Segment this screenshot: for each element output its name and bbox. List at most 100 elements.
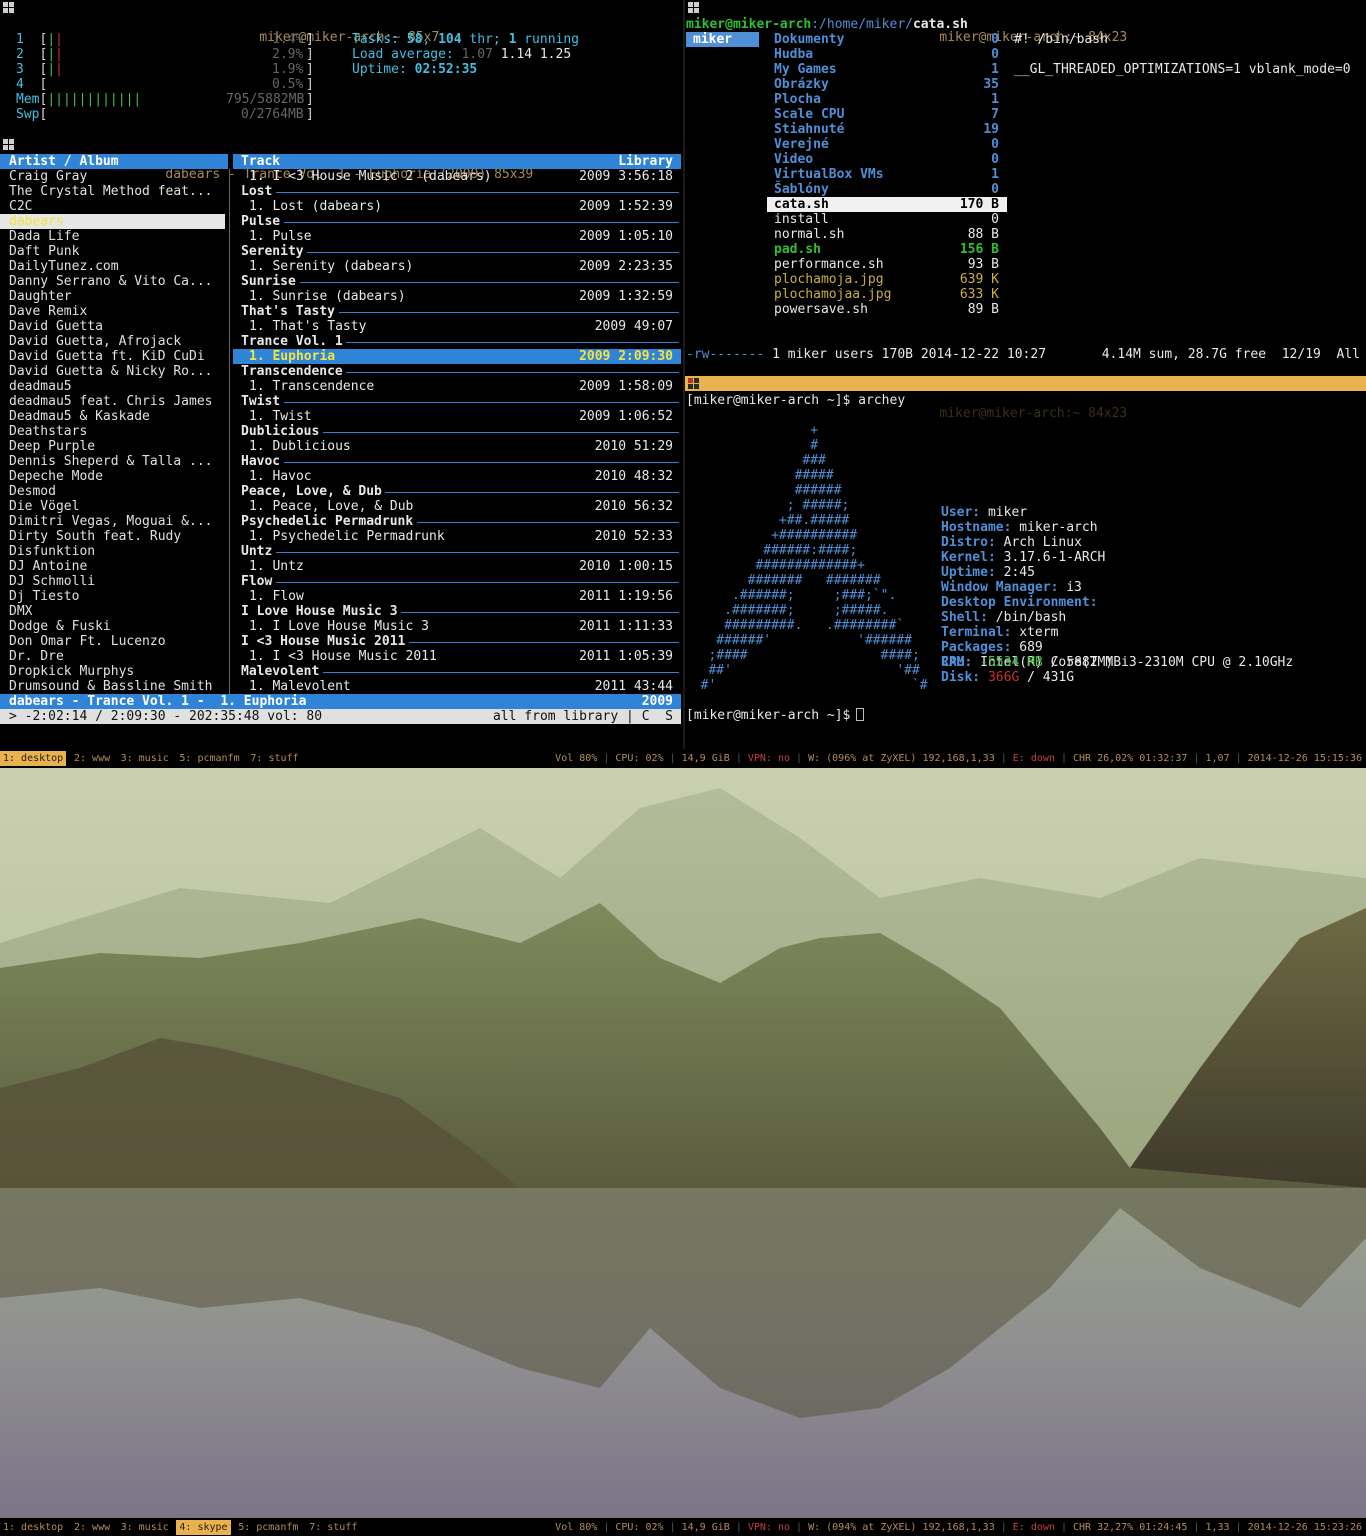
- artist-item[interactable]: Disfunktion: [0, 544, 225, 559]
- artist-item[interactable]: Dj Tiesto: [0, 589, 225, 604]
- album-name[interactable]: I Love House Music 3: [241, 604, 398, 619]
- artist-item[interactable]: Don Omar Ft. Lucenzo: [0, 634, 225, 649]
- track-item[interactable]: 1. Serenity (dabears) 2009 2:23:35: [233, 259, 681, 274]
- artist-item[interactable]: Drumsound & Bassline Smith: [0, 679, 225, 694]
- artist-item[interactable]: DJ Antoine: [0, 559, 225, 574]
- workspace-button[interactable]: 2: www: [71, 1520, 113, 1535]
- artist-item[interactable]: Deep Purple: [0, 439, 225, 454]
- album-name[interactable]: That's Tasty: [241, 304, 335, 319]
- artist-item[interactable]: Dodge & Fuski: [0, 619, 225, 634]
- artist-item[interactable]: Danny Serrano & Vito Ca...: [0, 274, 225, 289]
- file-item[interactable]: Obrázky 35: [767, 77, 1007, 92]
- ncmpcpp-terminal[interactable]: dabears - Trance Vol. 1 - Euphoria (2009…: [0, 137, 683, 749]
- track-item[interactable]: 1. Transcendence 2009 1:58:09: [233, 379, 681, 394]
- file-item[interactable]: My Games 1: [767, 62, 1007, 77]
- file-item[interactable]: performance.sh 93 B: [767, 257, 1007, 272]
- artist-column-header[interactable]: Artist / Album: [0, 154, 228, 169]
- track-item[interactable]: 1. Psychedelic Permadrunk 2010 52:33: [233, 529, 681, 544]
- workspace-button[interactable]: 4: skype: [176, 1520, 231, 1535]
- file-item[interactable]: VirtualBox VMs 1: [767, 167, 1007, 182]
- file-item[interactable]: Dokumenty 0: [767, 32, 1007, 47]
- track-column-header[interactable]: Track Library: [233, 154, 681, 169]
- artist-item[interactable]: Craig Gray: [0, 169, 225, 184]
- album-name[interactable]: Flow: [241, 574, 272, 589]
- artist-item[interactable]: David Guetta: [0, 319, 225, 334]
- album-name[interactable]: Lost: [241, 184, 272, 199]
- archey-terminal[interactable]: miker@miker-arch:~ 84x23 [miker@miker-ar…: [685, 376, 1366, 749]
- track-item[interactable]: 1. Lost (dabears) 2009 1:52:39: [233, 199, 681, 214]
- artist-item[interactable]: Dropkick Murphys: [0, 664, 225, 679]
- artist-item[interactable]: David Guetta & Nicky Ro...: [0, 364, 225, 379]
- workspace-button[interactable]: 3: music: [118, 1520, 172, 1535]
- artist-item[interactable]: Dada Life: [0, 229, 225, 244]
- file-item[interactable]: install 0: [767, 212, 1007, 227]
- artist-item[interactable]: Desmod: [0, 484, 225, 499]
- artist-item[interactable]: deadmau5: [0, 379, 225, 394]
- album-name[interactable]: Serenity: [241, 244, 304, 259]
- track-item[interactable]: 1. Sunrise (dabears) 2009 1:32:59: [233, 289, 681, 304]
- artist-item[interactable]: Deadmau5 & Kaskade: [0, 409, 225, 424]
- artist-item[interactable]: deadmau5 feat. Chris James: [0, 394, 225, 409]
- artist-item[interactable]: DMX: [0, 604, 225, 619]
- file-item[interactable]: pad.sh 156 B: [767, 242, 1007, 257]
- artist-item[interactable]: Dirty South feat. Rudy: [0, 529, 225, 544]
- file-item[interactable]: plochamoja.jpg 639 K: [767, 272, 1007, 287]
- artist-item[interactable]: Depeche Mode: [0, 469, 225, 484]
- artist-item[interactable]: David Guetta, Afrojack: [0, 334, 225, 349]
- track-item[interactable]: 1. Flow 2011 1:19:56: [233, 589, 681, 604]
- file-item[interactable]: normal.sh 88 B: [767, 227, 1007, 242]
- workspace-button[interactable]: 7: stuff: [247, 751, 301, 766]
- shell-prompt-input[interactable]: [miker@miker-arch ~]$: [686, 708, 865, 723]
- artist-item[interactable]: C2C: [0, 199, 225, 214]
- file-item[interactable]: Stiahnuté 19: [767, 122, 1007, 137]
- file-item[interactable]: powersave.sh 89 B: [767, 302, 1007, 317]
- workspace-button[interactable]: 3: music: [118, 751, 172, 766]
- artist-item[interactable]: dabears: [0, 214, 225, 229]
- artist-item[interactable]: Dimitri Vegas, Moguai &...: [0, 514, 225, 529]
- track-item[interactable]: 1. Dublicious 2010 51:29: [233, 439, 681, 454]
- track-item[interactable]: 1. I Love House Music 3 2011 1:11:33: [233, 619, 681, 634]
- album-name[interactable]: Twist: [241, 394, 280, 409]
- workspace-button[interactable]: 1: desktop: [0, 751, 67, 766]
- track-item[interactable]: 1. I <3 House Music 2 (dabears) 2009 3:56…: [233, 169, 681, 184]
- workspace-button[interactable]: 1: desktop: [0, 1520, 66, 1535]
- artist-item[interactable]: The Crystal Method feat...: [0, 184, 225, 199]
- track-item[interactable]: 1. That's Tasty 2009 49:07: [233, 319, 681, 334]
- file-item[interactable]: Scale CPU 7: [767, 107, 1007, 122]
- workspace-button[interactable]: 7: stuff: [306, 1520, 360, 1535]
- track-item[interactable]: 1. Havoc 2010 48:32: [233, 469, 681, 484]
- track-item[interactable]: 1. I <3 House Music 2011 2011 1:05:39: [233, 649, 681, 664]
- file-item[interactable]: Plocha 1: [767, 92, 1007, 107]
- artist-item[interactable]: Dave Remix: [0, 304, 225, 319]
- album-name[interactable]: I <3 House Music 2011: [241, 634, 405, 649]
- artist-item[interactable]: Daughter: [0, 289, 225, 304]
- file-item[interactable]: Hudba 0: [767, 47, 1007, 62]
- album-name[interactable]: Transcendence: [241, 364, 343, 379]
- track-item[interactable]: 1. Untz 2010 1:00:15: [233, 559, 681, 574]
- file-item[interactable]: Verejné 0: [767, 137, 1007, 152]
- workspace-button[interactable]: 2: www: [71, 751, 113, 766]
- workspace-button[interactable]: 5: pcmanfm: [176, 751, 242, 766]
- album-name[interactable]: Psychedelic Permadrunk: [241, 514, 413, 529]
- album-name[interactable]: Havoc: [241, 454, 280, 469]
- artist-item[interactable]: Dennis Sheperd & Talla ...: [0, 454, 225, 469]
- album-name[interactable]: Peace, Love, & Dub: [241, 484, 382, 499]
- album-name[interactable]: Malevolent: [241, 664, 319, 679]
- artist-item[interactable]: David Guetta ft. KiD CuDi: [0, 349, 225, 364]
- htop-terminal[interactable]: miker@miker-arch:~ 85x7 1 [|| 1.4%] 2 [|| 2…: [0, 0, 683, 136]
- album-name[interactable]: Untz: [241, 544, 272, 559]
- album-name[interactable]: Dublicious: [241, 424, 319, 439]
- workspace-button[interactable]: 5: pcmanfm: [235, 1520, 301, 1535]
- track-item[interactable]: 1. Pulse 2009 1:05:10: [233, 229, 681, 244]
- album-name[interactable]: Sunrise: [241, 274, 296, 289]
- artist-item[interactable]: Deathstars: [0, 424, 225, 439]
- track-item-selected[interactable]: 1. Euphoria 2009 2:09:30: [233, 349, 681, 364]
- artist-item[interactable]: Dr. Dre: [0, 649, 225, 664]
- track-item[interactable]: 1. Peace, Love, & Dub 2010 56:32: [233, 499, 681, 514]
- track-item[interactable]: 1. Twist 2009 1:06:52: [233, 409, 681, 424]
- split-divider[interactable]: [683, 0, 685, 749]
- artist-item[interactable]: DJ Schmolli: [0, 574, 225, 589]
- file-item[interactable]: cata.sh 170 B: [767, 197, 1007, 212]
- artist-item[interactable]: Die Vögel: [0, 499, 225, 514]
- album-name[interactable]: Trance Vol. 1: [241, 334, 343, 349]
